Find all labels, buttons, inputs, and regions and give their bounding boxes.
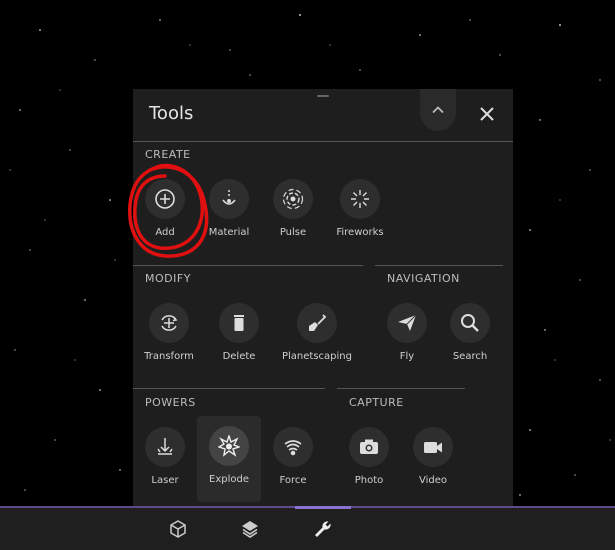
- nav-layers-button[interactable]: [222, 508, 278, 550]
- tool-label: Fireworks: [336, 227, 384, 238]
- tool-fly[interactable]: Fly: [375, 303, 439, 362]
- capture-divider: [337, 388, 465, 389]
- paper-plane-icon: [396, 312, 418, 334]
- tool-label: Photo: [354, 475, 384, 486]
- transform-icon: [158, 312, 180, 334]
- tool-transform[interactable]: Transform: [137, 303, 201, 362]
- tool-laser[interactable]: Laser: [133, 427, 197, 486]
- tool-planetscaping[interactable]: Planetscaping: [282, 303, 352, 362]
- tool-label: Force: [279, 475, 307, 486]
- powers-divider: [133, 388, 325, 389]
- tool-delete[interactable]: Delete: [207, 303, 271, 362]
- close-icon: [479, 106, 495, 122]
- explode-icon: [218, 435, 240, 457]
- laser-icon: [154, 436, 176, 458]
- search-icon: [459, 312, 481, 334]
- material-drop-icon: [218, 188, 240, 210]
- tool-label: Laser: [151, 475, 179, 486]
- fireworks-icon: [349, 188, 371, 210]
- tool-photo[interactable]: Photo: [337, 427, 401, 486]
- tool-label: Video: [418, 475, 448, 486]
- section-label-modify: MODIFY: [145, 272, 191, 285]
- trash-icon: [228, 312, 250, 334]
- tool-label: Material: [208, 227, 250, 238]
- panel-title: Tools: [149, 103, 194, 124]
- section-label-powers: POWERS: [145, 396, 196, 409]
- force-icon: [282, 436, 304, 458]
- tool-material[interactable]: Material: [197, 179, 261, 238]
- drag-handle[interactable]: [317, 95, 329, 97]
- tool-pulse[interactable]: Pulse: [261, 179, 325, 238]
- camera-icon: [358, 436, 380, 458]
- cube-icon: [168, 519, 188, 539]
- tool-label: Transform: [144, 351, 194, 362]
- collapse-button[interactable]: [420, 89, 456, 131]
- section-label-navigation: NAVIGATION: [387, 272, 460, 285]
- layers-icon: [240, 519, 260, 539]
- wrench-icon: [313, 519, 333, 539]
- tool-add[interactable]: Add: [133, 179, 197, 238]
- chevron-up-icon: [431, 103, 445, 117]
- tool-explode[interactable]: Explode: [197, 416, 261, 502]
- tool-force[interactable]: Force: [261, 427, 325, 486]
- tools-panel: Tools CREATE Add Material Pulse Firework…: [133, 89, 513, 509]
- close-button[interactable]: [476, 103, 498, 125]
- tool-label: Delete: [222, 351, 256, 362]
- shovel-icon: [306, 312, 328, 334]
- tool-video[interactable]: Video: [401, 427, 465, 486]
- tool-label: Planetscaping: [282, 351, 352, 362]
- tool-label: Search: [452, 351, 488, 362]
- bottom-nav-bar: [0, 506, 615, 550]
- tool-search[interactable]: Search: [438, 303, 502, 362]
- tool-label: Pulse: [279, 227, 307, 238]
- section-label-capture: CAPTURE: [349, 396, 404, 409]
- tool-fireworks[interactable]: Fireworks: [328, 179, 392, 238]
- tool-label: Add: [155, 227, 175, 238]
- video-camera-icon: [422, 436, 444, 458]
- nav-tools-button[interactable]: [295, 506, 351, 550]
- modify-divider: [133, 265, 363, 266]
- pulse-icon: [282, 188, 304, 210]
- plus-circle-icon: [154, 188, 176, 210]
- section-label-create: CREATE: [145, 148, 191, 161]
- tool-label: Explode: [209, 474, 249, 485]
- create-divider: [133, 141, 513, 142]
- navigation-divider: [375, 265, 503, 266]
- nav-objects-button[interactable]: [150, 508, 206, 550]
- tool-label: Fly: [399, 351, 415, 362]
